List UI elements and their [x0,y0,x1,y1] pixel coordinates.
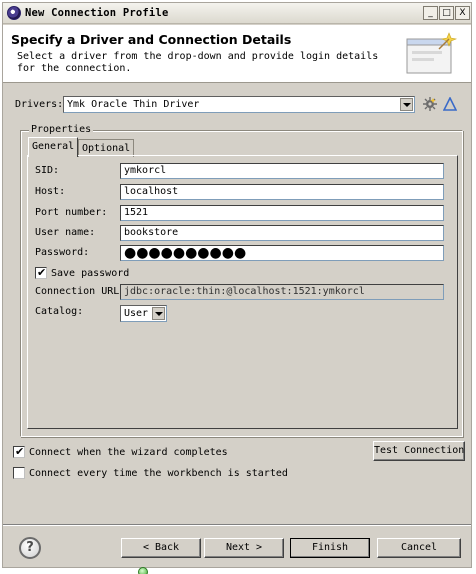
wizard-header: Specify a Driver and Connection Details … [3,25,471,83]
save-password-label: Save password [51,268,130,279]
port-number-label: Port number: [35,207,108,218]
help-icon[interactable]: ? [19,537,41,559]
connect-every-startup-checkbox[interactable] [13,467,25,479]
back-button[interactable]: < Back [121,538,201,558]
catalog-label: Catalog: [35,306,84,317]
maximize-button[interactable]: □ [439,6,454,20]
wizard-banner-icon [406,32,458,74]
chevron-down-icon[interactable] [400,98,413,111]
save-password-checkbox[interactable]: ✔ [35,266,47,279]
drivers-label: Drivers: [15,99,64,110]
catalog-selected: User [124,308,149,319]
page-description: Select a driver from the drop-down and p… [17,51,379,74]
host-input[interactable]: localhost [120,184,444,200]
minimize-button[interactable]: _ [423,6,438,20]
chevron-down-icon[interactable] [152,307,165,320]
password-input[interactable]: ●●●●●●●●●● [120,245,444,261]
drivers-selected: Ymk Oracle Thin Driver [67,99,200,110]
port-number-input[interactable]: 1521 [120,205,444,221]
connect-every-startup-label: Connect every time the workbench is star… [29,468,288,479]
properties-group-label: Properties [29,124,94,135]
catalog-dropdown[interactable]: User [120,305,167,322]
sid-label: SID: [35,165,60,176]
cursor-indicator-icon [138,567,148,574]
password-label: Password: [35,247,90,258]
eclipse-app-icon [7,6,21,20]
window-title: New Connection Profile [25,7,169,19]
connect-when-completes-label: Connect when the wizard completes [29,447,228,458]
user-name-input[interactable]: bookstore [120,225,444,241]
cancel-button[interactable]: Cancel [377,538,461,558]
test-connection-button[interactable]: Test Connection [373,441,465,461]
page-title: Specify a Driver and Connection Details [11,32,292,47]
connection-url-field: jdbc:oracle:thin:@localhost:1521:ymkorcl [120,284,444,300]
connect-when-completes-checkbox[interactable]: ✔ [13,445,25,458]
title-bar[interactable]: New Connection Profile _ □ X [3,3,471,24]
edit-driver-icon[interactable] [443,97,457,111]
user-name-label: User name: [35,227,96,238]
checkmark-icon: ✔ [15,445,25,458]
connection-url-label: Connection URL: [35,286,126,297]
new-connection-profile-dialog: New Connection Profile _ □ X Specify a D… [2,2,472,568]
new-driver-icon[interactable] [423,97,437,111]
finish-button[interactable]: Finish [290,538,370,558]
host-label: Host: [35,186,66,197]
footer-separator [3,524,471,526]
close-button[interactable]: X [455,6,470,20]
drivers-dropdown[interactable]: Ymk Oracle Thin Driver [63,96,415,113]
tab-general[interactable]: General [28,137,79,157]
sid-input[interactable]: ymkorcl [120,163,444,179]
next-button[interactable]: Next > [204,538,284,558]
checkmark-icon: ✔ [37,266,47,279]
